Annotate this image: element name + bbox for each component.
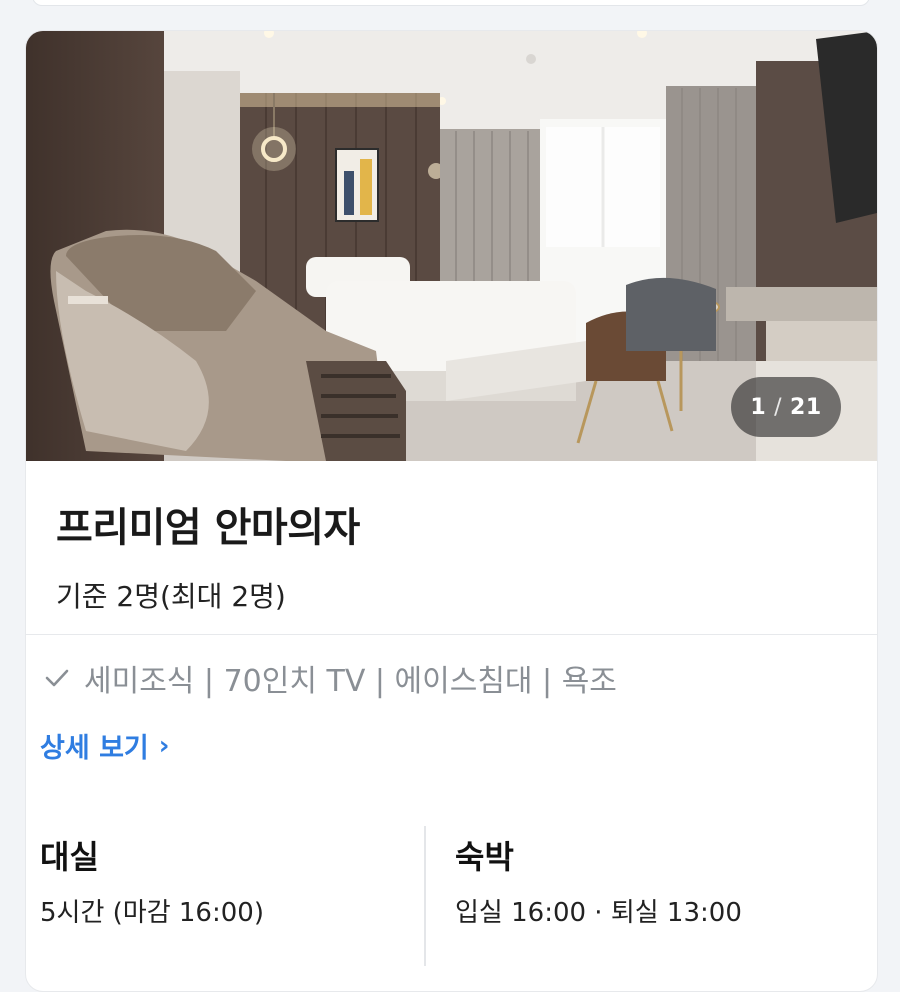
check-icon [45, 669, 69, 687]
stay-option-overnight[interactable]: 숙박 입실 16:00 · 퇴실 13:00 [455, 830, 835, 970]
photo-current-index: 1 [750, 394, 767, 420]
photo-total-count: 21 [790, 394, 822, 420]
photo-counter-separator: / [774, 394, 783, 420]
chevron-right-icon: › [158, 730, 170, 761]
stay-detail-daystay: 5시간 (마감 16:00) [40, 898, 264, 928]
amenities-text: 세미조식 | 70인치 TV | 에이스침대 | 욕조 [84, 664, 617, 699]
stay-detail-overnight: 입실 16:00 · 퇴실 13:00 [455, 898, 742, 928]
room-capacity: 기준 2명(최대 2명) [56, 580, 286, 613]
previous-card-edge [32, 0, 870, 6]
stay-option-daystay[interactable]: 대실 5시간 (마감 16:00) [40, 830, 420, 970]
photo-counter: 1 / 21 [731, 377, 841, 437]
view-details-link[interactable]: 상세 보기 › [40, 726, 169, 765]
room-info: 프리미엄 안마의자 기준 2명(최대 2명) [26, 461, 877, 635]
amenities-row: 세미조식 | 70인치 TV | 에이스침대 | 욕조 [42, 656, 617, 700]
room-name: 프리미엄 안마의자 [56, 505, 360, 551]
stay-title-overnight: 숙박 [455, 838, 514, 876]
view-details-label: 상세 보기 [40, 733, 149, 764]
room-photo-carousel[interactable]: 1 / 21 [26, 31, 877, 461]
stay-title-daystay: 대실 [40, 838, 99, 876]
stay-divider [424, 826, 426, 966]
